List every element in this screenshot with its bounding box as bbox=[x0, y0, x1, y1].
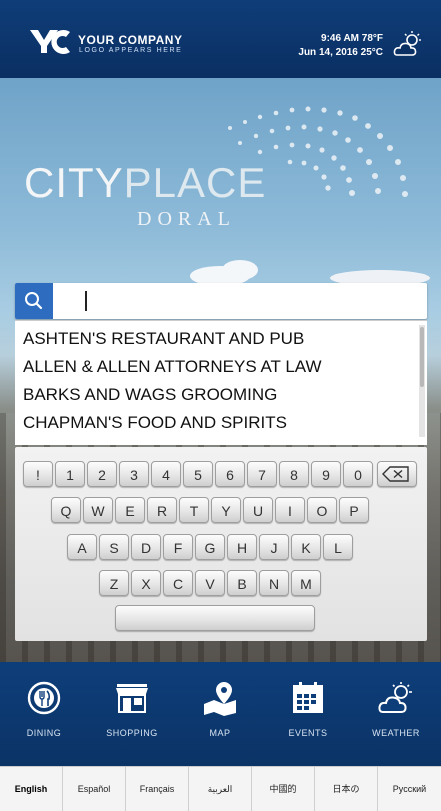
nav-weather[interactable]: WEATHER bbox=[352, 662, 440, 766]
key-7[interactable]: 7 bbox=[247, 461, 277, 487]
key-e[interactable]: E bbox=[115, 497, 145, 523]
key-y[interactable]: Y bbox=[211, 497, 241, 523]
key-1[interactable]: 1 bbox=[55, 461, 85, 487]
kiosk-screen: YOUR COMPANY LOGO APPEARS HERE 9:46 AM 7… bbox=[0, 0, 441, 811]
key-h[interactable]: H bbox=[227, 534, 257, 560]
key-u[interactable]: U bbox=[243, 497, 273, 523]
text-caret bbox=[85, 291, 87, 311]
key-2[interactable]: 2 bbox=[87, 461, 117, 487]
map-pin-icon bbox=[204, 682, 236, 716]
company-name: YOUR COMPANY bbox=[78, 33, 183, 47]
search-bar[interactable] bbox=[15, 283, 427, 319]
search-button[interactable] bbox=[15, 283, 53, 319]
nav-label: SHOPPING bbox=[106, 728, 158, 738]
results-scrollbar[interactable] bbox=[419, 325, 425, 437]
nav-dining[interactable]: DINING bbox=[0, 662, 88, 766]
space-key[interactable] bbox=[115, 605, 315, 631]
calendar-icon bbox=[293, 682, 323, 713]
on-screen-keyboard: ! 1 2 3 4 5 6 7 8 9 0 Q W E R T Y U I O … bbox=[15, 447, 427, 641]
key-t[interactable]: T bbox=[179, 497, 209, 523]
time-temperature: 9:46 AM 78°F bbox=[321, 33, 383, 44]
key-i[interactable]: I bbox=[275, 497, 305, 523]
key-f[interactable]: F bbox=[163, 534, 193, 560]
key-k[interactable]: K bbox=[291, 534, 321, 560]
key-o[interactable]: O bbox=[307, 497, 337, 523]
key-3[interactable]: 3 bbox=[119, 461, 149, 487]
key-9[interactable]: 9 bbox=[311, 461, 341, 487]
key-8[interactable]: 8 bbox=[279, 461, 309, 487]
lang-spanish[interactable]: Español bbox=[63, 767, 126, 811]
nav-label: WEATHER bbox=[372, 728, 420, 738]
key-r[interactable]: R bbox=[147, 497, 177, 523]
key-4[interactable]: 4 bbox=[151, 461, 181, 487]
backspace-icon bbox=[382, 466, 409, 482]
header-bar: YOUR COMPANY LOGO APPEARS HERE 9:46 AM 7… bbox=[0, 0, 441, 78]
result-item[interactable]: BARKS AND WAGS GROOMING bbox=[23, 385, 277, 405]
key-d[interactable]: D bbox=[131, 534, 161, 560]
key-5[interactable]: 5 bbox=[183, 461, 213, 487]
result-item[interactable]: ASHTEN'S RESTAURANT AND PUB bbox=[23, 329, 304, 349]
nav-label: DINING bbox=[26, 728, 62, 738]
key-exclamation[interactable]: ! bbox=[23, 461, 53, 487]
search-input[interactable] bbox=[59, 283, 423, 319]
key-p[interactable]: P bbox=[339, 497, 369, 523]
lang-japanese[interactable]: 日本の bbox=[315, 767, 378, 811]
bottom-nav: DINING SHOPPING MAP EVENTS WEATHER bbox=[0, 662, 441, 766]
key-b[interactable]: B bbox=[227, 570, 257, 596]
result-item[interactable]: ALLEN & ALLEN ATTORNEYS AT LAW bbox=[23, 357, 322, 377]
key-l[interactable]: L bbox=[323, 534, 353, 560]
company-logo-icon bbox=[30, 30, 70, 54]
brand-wordmark: CITYPLACE bbox=[24, 159, 266, 207]
key-j[interactable]: J bbox=[259, 534, 289, 560]
search-results-list: ASHTEN'S RESTAURANT AND PUB ALLEN & ALLE… bbox=[15, 320, 427, 445]
cloud-sun-icon bbox=[393, 31, 421, 56]
key-v[interactable]: V bbox=[195, 570, 225, 596]
key-q[interactable]: Q bbox=[51, 497, 81, 523]
result-item[interactable]: CHAPMAN'S FOOD AND SPIRITS bbox=[23, 413, 287, 433]
nav-shopping[interactable]: SHOPPING bbox=[88, 662, 176, 766]
lang-arabic[interactable]: العربية bbox=[189, 767, 252, 811]
lang-russian[interactable]: Русский bbox=[378, 767, 441, 811]
store-icon bbox=[116, 684, 148, 713]
key-a[interactable]: A bbox=[67, 534, 97, 560]
lang-french[interactable]: Français bbox=[126, 767, 189, 811]
nav-label: MAP bbox=[209, 728, 231, 738]
scrollbar-thumb[interactable] bbox=[420, 327, 424, 387]
company-tagline: LOGO APPEARS HERE bbox=[79, 47, 183, 54]
lang-english[interactable]: English bbox=[0, 767, 63, 811]
lang-chinese[interactable]: 中國的 bbox=[252, 767, 315, 811]
key-w[interactable]: W bbox=[83, 497, 113, 523]
key-x[interactable]: X bbox=[131, 570, 161, 596]
brand-city: CITY bbox=[24, 159, 124, 206]
key-6[interactable]: 6 bbox=[215, 461, 245, 487]
key-0[interactable]: 0 bbox=[343, 461, 373, 487]
key-z[interactable]: Z bbox=[99, 570, 129, 596]
backspace-key[interactable] bbox=[377, 461, 417, 487]
brand-doral: DORAL bbox=[137, 208, 236, 230]
brand-place: PLACE bbox=[123, 159, 267, 206]
nav-label: EVENTS bbox=[288, 728, 328, 738]
key-c[interactable]: C bbox=[163, 570, 193, 596]
clouds-graphic bbox=[190, 260, 430, 286]
datetime-readout: 9:46 AM 78°F Jun 14, 2016 25°C bbox=[298, 32, 383, 60]
key-s[interactable]: S bbox=[99, 534, 129, 560]
dining-icon bbox=[27, 681, 61, 715]
nav-events[interactable]: EVENTS bbox=[264, 662, 352, 766]
date-temperature: Jun 14, 2016 25°C bbox=[298, 47, 383, 58]
key-g[interactable]: G bbox=[195, 534, 225, 560]
key-n[interactable]: N bbox=[259, 570, 289, 596]
cloud-sun-icon bbox=[378, 682, 412, 713]
language-bar: English Español Français العربية 中國的 日本の… bbox=[0, 766, 441, 811]
key-m[interactable]: M bbox=[291, 570, 321, 596]
nav-map[interactable]: MAP bbox=[176, 662, 264, 766]
search-icon bbox=[25, 292, 43, 310]
